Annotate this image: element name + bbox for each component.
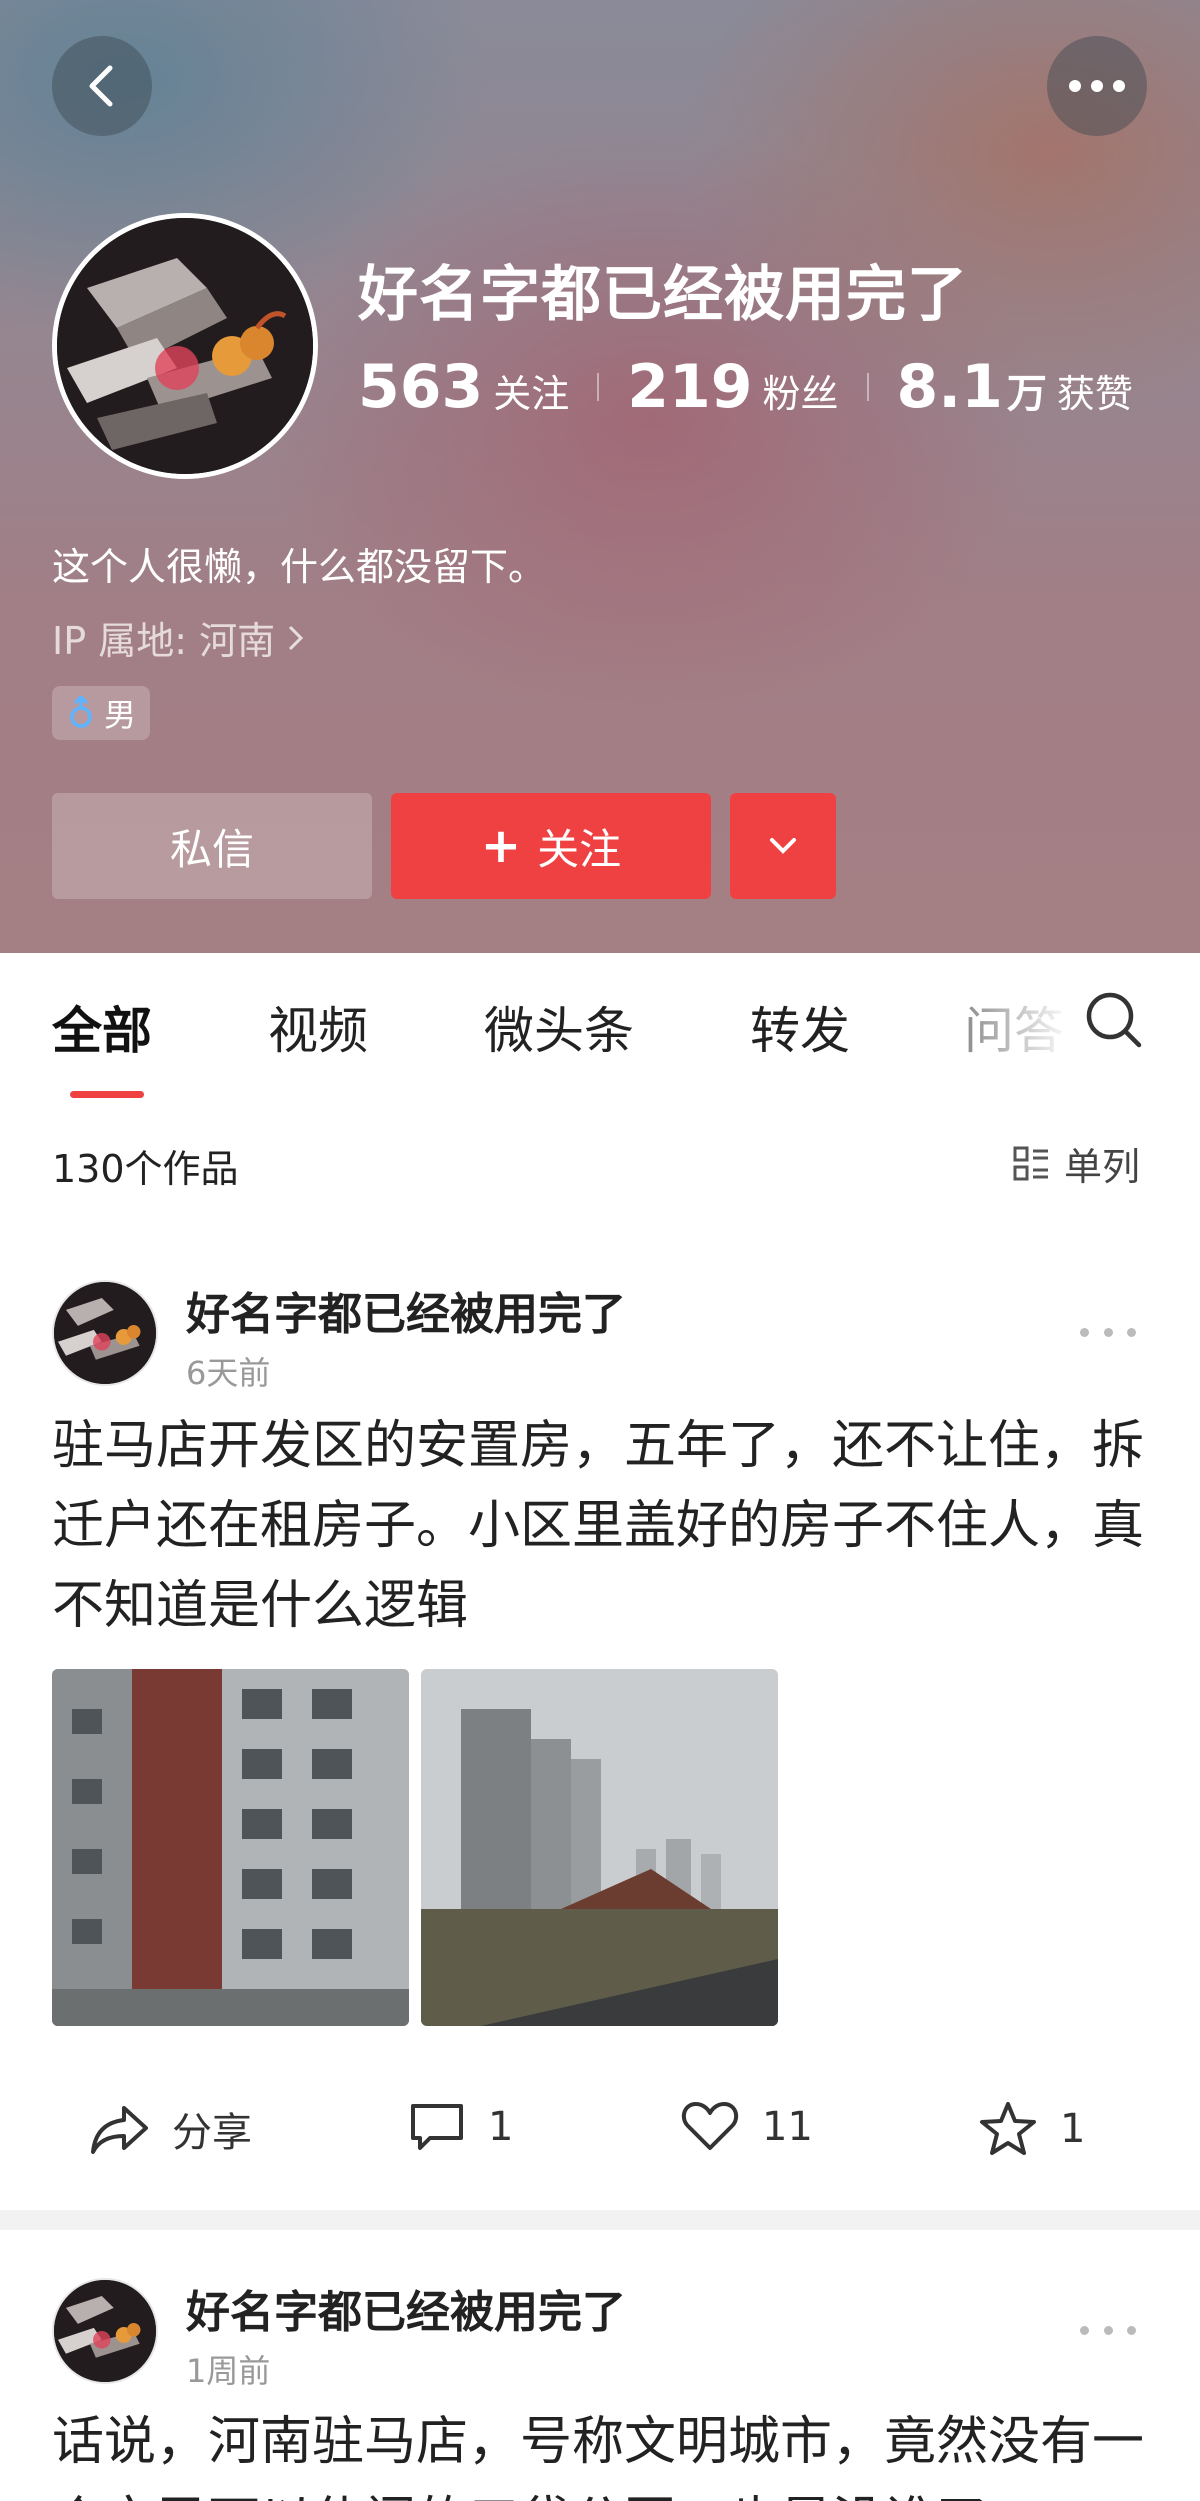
stat-divider — [866, 373, 869, 401]
tab-micro-post[interactable]: 微头条 — [484, 991, 634, 1063]
likes-count: 8.1 — [896, 352, 1003, 422]
follow-button-label: 关注 — [537, 824, 622, 874]
more-dots-icon — [1069, 80, 1125, 92]
share-icon — [91, 2106, 148, 2154]
search-icon — [1086, 992, 1142, 1048]
dot — [1103, 1327, 1113, 1337]
following-stat[interactable]: 563 关注 — [358, 352, 569, 422]
back-button[interactable] — [52, 36, 152, 136]
comment-button[interactable]: 1 — [408, 2100, 513, 2154]
tab-all[interactable]: 全部 — [52, 991, 152, 1063]
post-card[interactable]: 好名字都已经被用完了 1周前 话说，河南驻马店，号称文明城市，竟然没有一个市民可… — [0, 2230, 1200, 2501]
works-count: 130个作品 — [52, 1147, 239, 1191]
building-photo-2 — [421, 1669, 778, 2026]
profile-username: 好名字都已经被用完了 — [358, 260, 968, 330]
profile-bio: 这个人很懒，什么都没留下。 — [52, 545, 547, 589]
post-time: 6天前 — [186, 1354, 271, 1392]
likes-stat[interactable]: 8.1 万 获赞 — [897, 352, 1133, 422]
search-button[interactable] — [1084, 990, 1144, 1054]
favorite-count: 1 — [1060, 2106, 1086, 2152]
message-button-label: 私信 — [169, 824, 254, 874]
dot — [1080, 2325, 1089, 2335]
active-tab-indicator — [70, 1091, 144, 1098]
works-summary: 130个作品 单列 — [0, 1110, 1200, 1220]
favorite-button[interactable]: 1 — [978, 2100, 1085, 2158]
layout-toggle[interactable]: 单列 — [1012, 1136, 1140, 1191]
dot — [1127, 1327, 1136, 1337]
post-image[interactable] — [52, 1669, 409, 2026]
post-author-avatar[interactable] — [52, 2278, 158, 2384]
share-label: 分享 — [172, 2110, 252, 2156]
likes-unit: 万 — [1006, 371, 1047, 417]
followers-stat[interactable]: 219 粉丝 — [627, 352, 838, 422]
like-count: 11 — [762, 2104, 813, 2150]
follow-dropdown-button[interactable] — [730, 793, 836, 899]
star-icon — [980, 2102, 1036, 2155]
post-author-avatar[interactable] — [52, 1280, 158, 1386]
dot — [1103, 2325, 1113, 2335]
comment-icon — [411, 2104, 463, 2150]
dot — [1080, 1327, 1089, 1337]
profile-stats: 563 关注 219 粉丝 8.1 万 获赞 — [358, 352, 1133, 422]
following-count: 563 — [358, 352, 484, 422]
likes-label: 获赞 — [1056, 372, 1133, 416]
building-photo-1 — [52, 1669, 409, 2026]
post-text[interactable]: 话说，河南驻马店，号称文明城市，竟然没有一个市民可以休闲的口袋公园，也是没谁了 — [52, 2402, 1152, 2501]
following-label: 关注 — [493, 372, 570, 416]
heart-icon — [681, 2102, 739, 2150]
post-image[interactable] — [421, 1669, 778, 2026]
share-button[interactable]: 分享 — [90, 2100, 252, 2158]
ip-location[interactable]: IP 属地: 河南 — [52, 610, 305, 665]
followers-label: 粉丝 — [762, 372, 839, 416]
plus-icon: + — [480, 818, 522, 874]
avatar[interactable] — [52, 213, 318, 479]
post-text[interactable]: 驻马店开发区的安置房，五年了，还不让住，拆迁户还在租房子。小区里盖好的房子不住人… — [52, 1406, 1152, 1646]
post-time: 1周前 — [186, 2352, 271, 2390]
avatar-image — [54, 2280, 156, 2382]
back-arrow-icon — [89, 65, 113, 107]
post-author-name[interactable]: 好名字都已经被用完了 — [186, 2276, 626, 2340]
dot — [1127, 2325, 1136, 2335]
list-layout-icon — [1013, 1146, 1048, 1180]
post-author-name[interactable]: 好名字都已经被用完了 — [186, 1278, 626, 1342]
more-button[interactable] — [1047, 36, 1147, 136]
gender-label: 男 — [104, 696, 137, 734]
post-actions: 分享 1 11 1 — [0, 2080, 1200, 2180]
ip-location-text: IP 属地: 河南 — [52, 619, 276, 663]
post-more-button[interactable] — [1080, 1322, 1136, 1342]
gender-badge: 男 — [52, 686, 151, 740]
avatar-image — [57, 218, 313, 474]
chevron-down-icon — [770, 838, 796, 854]
follow-button[interactable]: + 关注 — [391, 793, 711, 899]
like-button[interactable]: 11 — [680, 2100, 813, 2154]
tab-video[interactable]: 视频 — [268, 991, 368, 1063]
male-icon — [70, 696, 92, 728]
content-tabs: 全部 视频 微头条 转发 问答 — [0, 953, 1200, 1098]
profile-header: 好名字都已经被用完了 563 关注 219 粉丝 8.1 万 获赞 这个人很懒，… — [0, 0, 1200, 953]
avatar-image — [54, 1282, 156, 1384]
comment-count: 1 — [488, 2104, 514, 2150]
chevron-right-icon — [289, 625, 304, 650]
stat-divider — [597, 373, 600, 401]
followers-count: 219 — [627, 352, 753, 422]
post-divider — [0, 2210, 1200, 2230]
message-button[interactable]: 私信 — [52, 793, 372, 899]
post-more-button[interactable] — [1080, 2320, 1136, 2340]
layout-toggle-label: 单列 — [1064, 1145, 1141, 1189]
tab-repost[interactable]: 转发 — [750, 991, 850, 1063]
